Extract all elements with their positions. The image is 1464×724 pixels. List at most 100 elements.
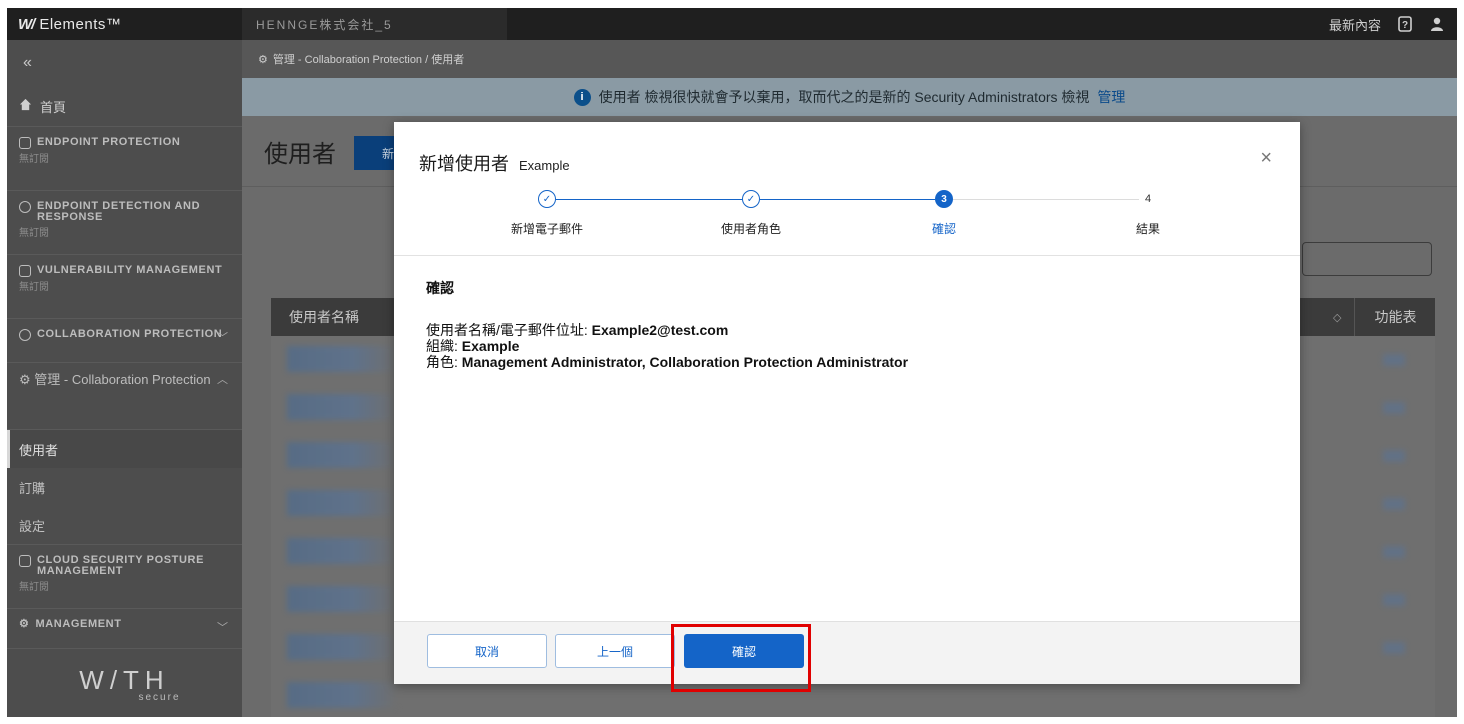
sidebar-item-home[interactable]: 首頁 [7, 86, 242, 127]
summary-email: 使用者名稱/電子郵件位址: Example2@test.com [426, 322, 1268, 338]
table-row[interactable] [287, 346, 397, 372]
dialog-title-text: 新增使用者 [419, 154, 509, 174]
table-row[interactable] [287, 394, 397, 420]
page-title: 使用者 [264, 141, 336, 168]
table-row[interactable] [287, 682, 397, 708]
row-menu-icon[interactable] [1383, 450, 1405, 462]
step-label: 結果 [1135, 222, 1160, 236]
collapse-sidebar-icon[interactable]: « [7, 40, 242, 86]
dialog-header: 新增使用者 Example × ✓ ✓ 3 4 新增電子郵件 使用者角色 確認 … [394, 122, 1300, 256]
sidebar-section-vulnerability[interactable]: VULNERABILITY MANAGEMENT 無訂閱 [7, 255, 242, 319]
section-title: ENDPOINT PROTECTION [37, 136, 181, 148]
gear-group-icon: ⚙ [19, 618, 30, 630]
sidebar-item-settings[interactable]: 設定 [7, 506, 242, 545]
top-bar: W/ Elements™ HENNGE株式会社_5 最新內容 ? [7, 8, 1457, 40]
row-menu-icon[interactable] [1383, 354, 1405, 366]
row-menu-icon[interactable] [1383, 594, 1405, 606]
sidebar-item-subscriptions[interactable]: 訂購 [7, 468, 242, 506]
shield-icon [19, 137, 31, 149]
step-check-icon: ✓ [742, 190, 760, 208]
vulnerability-icon [19, 265, 31, 277]
svg-text:?: ? [1402, 20, 1408, 31]
dialog-subtitle: Example [519, 158, 570, 173]
withsecure-logo: W/TH secure [7, 665, 242, 703]
deprecation-banner: i 使用者 檢視很快就會予以棄用，取而代之的是新的 Security Admin… [242, 78, 1457, 116]
field-label: 角色: [426, 354, 458, 370]
sidebar-section-edr[interactable]: ENDPOINT DETECTION AND RESPONSE 無訂閱 [7, 191, 242, 255]
field-value: Management Administrator, Collaboration … [461, 354, 909, 370]
column-header-name[interactable]: 使用者名稱 [289, 298, 359, 336]
section-subscription: 無訂閱 [19, 228, 49, 239]
brand-logo: W/ [18, 15, 35, 33]
summary-organization: 組織: Example [426, 338, 1268, 354]
step-label: 新增電子郵件 [510, 222, 583, 236]
row-menu-icon[interactable] [1383, 642, 1405, 654]
dialog-title: 新增使用者 Example [419, 150, 570, 176]
sidebar-item-users[interactable]: 使用者 [7, 430, 242, 468]
sidebar-section-management[interactable]: ⚙ MANAGEMENT ﹀ [7, 609, 242, 649]
table-row[interactable] [287, 442, 397, 468]
section-title: VULNERABILITY MANAGEMENT [37, 264, 223, 276]
table-row[interactable] [287, 586, 397, 612]
sidebar-item-label: 管理 - Collaboration Protection [34, 372, 211, 387]
info-icon: i [573, 88, 591, 106]
app-window: W/ Elements™ HENNGE株式会社_5 最新內容 ? « 首頁 EN… [7, 8, 1457, 717]
field-label: 使用者名稱/電子郵件位址: [426, 322, 588, 338]
field-label: 組織: [426, 338, 458, 354]
row-menu-icon[interactable] [1383, 498, 1405, 510]
sidebar-section-cspm[interactable]: CLOUD SECURITY POSTURE MANAGEMENT 無訂閱 [7, 545, 242, 609]
gear-group-icon: ⚙ [258, 53, 268, 66]
cloud-icon [19, 555, 31, 567]
search-input[interactable] [1302, 242, 1432, 276]
sidebar: « 首頁 ENDPOINT PROTECTION 無訂閱 ENDPOINT DE… [7, 40, 242, 717]
section-title: CLOUD SECURITY POSTURE MANAGEMENT [37, 554, 205, 577]
step-connector [556, 199, 742, 200]
row-menu-icon[interactable] [1383, 546, 1405, 558]
user-icon[interactable] [1429, 16, 1445, 32]
chevron-down-icon: ﹀ [217, 332, 228, 344]
table-row[interactable] [287, 538, 397, 564]
chevron-down-icon: ﹀ [217, 622, 228, 634]
step-label: 使用者角色 [720, 222, 781, 236]
sort-icon[interactable]: ◇ [1333, 298, 1341, 336]
home-icon [19, 98, 32, 114]
step-connector [953, 199, 1139, 200]
banner-link[interactable]: 管理 [1097, 87, 1125, 107]
sidebar-item-mgmt-collaboration[interactable]: ⚙ 管理 - Collaboration Protection ︿ [7, 363, 242, 430]
section-title: MANAGEMENT [35, 618, 122, 630]
highlight-box [671, 624, 811, 692]
row-menu-icon[interactable] [1383, 402, 1405, 414]
top-right-actions: 最新內容 ? [1329, 8, 1445, 40]
step-connector [760, 199, 935, 200]
section-subscription: 無訂閱 [19, 282, 49, 293]
section-title: COLLABORATION PROTECTION [37, 328, 223, 340]
step-pending-marker: 4 [1139, 190, 1157, 208]
step-current-marker: 3 [935, 190, 953, 208]
field-value: Example [461, 338, 520, 354]
table-row[interactable] [287, 634, 397, 660]
sidebar-item-label: 首頁 [40, 99, 67, 115]
breadcrumb: ⚙ 管理 - Collaboration Protection / 使用者 [242, 40, 1457, 78]
help-icon[interactable]: ? [1397, 16, 1413, 32]
field-value: Example2@test.com [591, 322, 729, 338]
edr-icon [19, 201, 31, 213]
collaboration-icon [19, 329, 31, 341]
brand[interactable]: W/ Elements™ [7, 8, 241, 40]
whats-new-link[interactable]: 最新內容 [1329, 15, 1381, 34]
close-icon[interactable]: × [1260, 147, 1272, 170]
stepper: ✓ ✓ 3 4 新增電子郵件 使用者角色 確認 結果 [394, 190, 1300, 240]
summary-role: 角色: Management Administrator, Collaborat… [426, 354, 1268, 370]
org-selector[interactable]: HENNGE株式会社_5 [242, 8, 507, 40]
section-subscription: 無訂閱 [19, 154, 49, 165]
section-title: ENDPOINT DETECTION AND RESPONSE [37, 200, 201, 223]
column-header-menu: 功能表 [1354, 298, 1436, 336]
previous-button[interactable]: 上一個 [555, 634, 675, 668]
add-user-dialog: 新增使用者 Example × ✓ ✓ 3 4 新增電子郵件 使用者角色 確認 … [394, 122, 1300, 684]
step-label-current: 確認 [931, 222, 956, 236]
table-row[interactable] [287, 490, 397, 516]
sidebar-section-collaboration[interactable]: COLLABORATION PROTECTION ﹀ [7, 319, 242, 363]
sidebar-section-endpoint-protection[interactable]: ENDPOINT PROTECTION 無訂閱 [7, 127, 242, 191]
dialog-footer: 取消 上一個 確認 [394, 621, 1300, 684]
cancel-button[interactable]: 取消 [427, 634, 547, 668]
breadcrumb-text[interactable]: 管理 - Collaboration Protection / 使用者 [273, 51, 464, 67]
